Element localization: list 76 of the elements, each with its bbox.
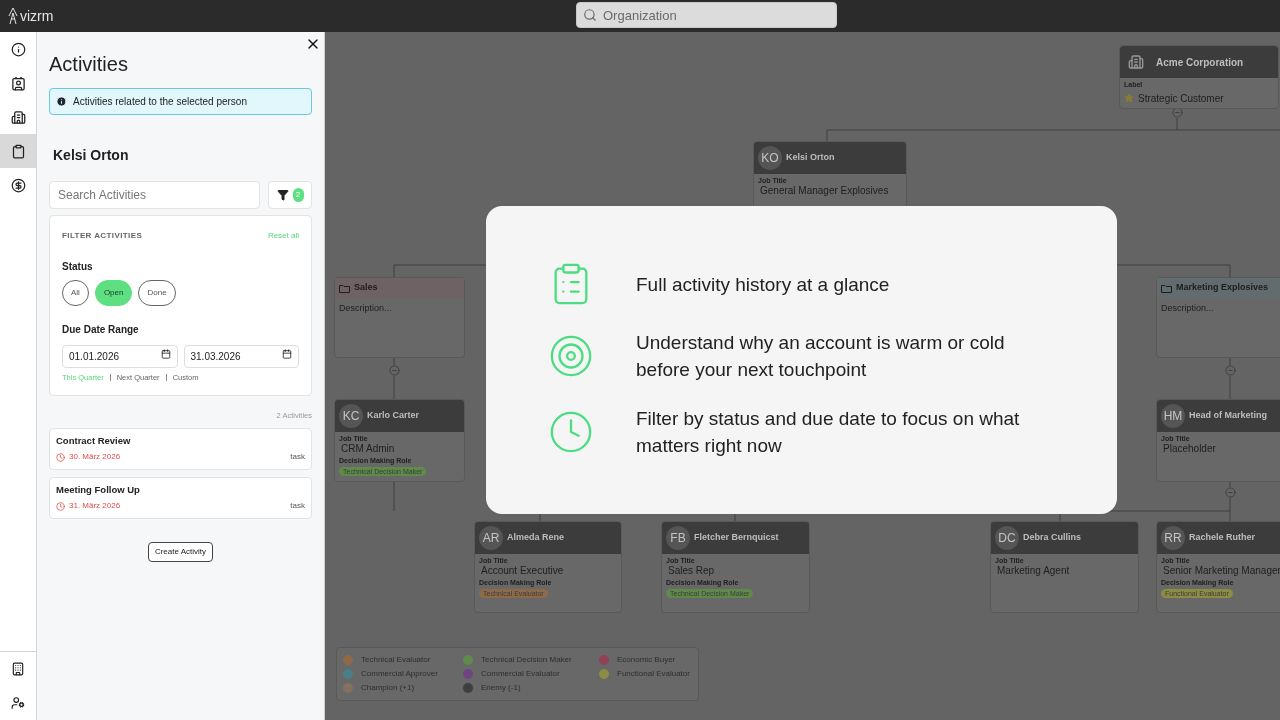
logo-icon bbox=[8, 7, 18, 25]
company-name: Acme Corporation bbox=[1156, 55, 1244, 70]
company-label: Strategic Customer bbox=[1138, 91, 1224, 106]
activity-type: task bbox=[290, 500, 305, 513]
status-chip[interactable]: All bbox=[62, 280, 89, 306]
job-title: Senior Marketing Manager bbox=[1162, 565, 1280, 576]
contact-card-icon bbox=[10, 75, 26, 91]
target-icon bbox=[548, 333, 594, 379]
create-activity-button[interactable]: Create Activity bbox=[147, 541, 214, 562]
count-badge: 2 bbox=[292, 188, 304, 202]
job-title: Account Executive bbox=[480, 565, 565, 576]
logo-text: vizrm bbox=[20, 6, 54, 26]
job-title: CRM Admin bbox=[340, 443, 396, 454]
dollar-coin-icon bbox=[10, 177, 26, 193]
activity-card[interactable]: Contract Review 30. März 2026 task bbox=[49, 427, 312, 470]
status-label: Status bbox=[62, 260, 94, 274]
info-text: Activities related to the selected person bbox=[73, 95, 247, 109]
person-name: Debra Cullins bbox=[1023, 531, 1081, 545]
due-date: 31. März 2026 bbox=[69, 500, 121, 513]
group-name: Marketing Explosives bbox=[1176, 281, 1269, 295]
person-name: Head of Marketing bbox=[1189, 409, 1267, 423]
person-name: Almeda Rene bbox=[507, 531, 565, 545]
clipboard-icon bbox=[10, 143, 26, 159]
activity-card[interactable]: Meeting Follow Up 31. März 2026 task bbox=[49, 476, 312, 519]
date-field[interactable]: 31.03.2026 bbox=[183, 345, 299, 368]
feature-text: Full activity history at a glance bbox=[636, 272, 890, 297]
clock-icon bbox=[56, 452, 65, 462]
date-field[interactable]: 01.01.2026 bbox=[62, 345, 178, 368]
filter-icon bbox=[276, 189, 289, 201]
clock-icon bbox=[56, 501, 65, 511]
info-icon bbox=[56, 96, 67, 107]
avatar: KC bbox=[339, 404, 363, 428]
building-icon bbox=[1128, 54, 1144, 70]
folder-icon bbox=[1161, 283, 1172, 293]
avatar: AR bbox=[479, 526, 503, 550]
building-icon bbox=[10, 109, 26, 125]
panel-title: Activities bbox=[49, 52, 129, 76]
calendar-icon bbox=[160, 349, 171, 359]
job-title: Sales Rep bbox=[667, 565, 716, 576]
job-title: Placeholder bbox=[1162, 443, 1217, 454]
avatar: DC bbox=[995, 526, 1019, 550]
filter-heading: FILTER ACTIVITIES bbox=[62, 230, 143, 242]
activity-title: Contract Review bbox=[56, 433, 132, 448]
feature-text: Understand why an account is warm or cold before your next touchpoint bbox=[636, 331, 1006, 382]
status-chip[interactable]: Open bbox=[94, 280, 133, 306]
due-date: 30. März 2026 bbox=[69, 451, 121, 464]
avatar: KO bbox=[758, 146, 782, 170]
user-settings-icon bbox=[11, 696, 25, 710]
activity-title: Meeting Follow Up bbox=[56, 482, 141, 497]
clock-icon bbox=[548, 409, 594, 455]
building-settings-icon bbox=[11, 662, 25, 676]
job-title: General Manager Explosives bbox=[759, 185, 890, 196]
activity-type: task bbox=[290, 451, 305, 464]
person-name: Kelsi Orton bbox=[786, 151, 835, 165]
calendar-icon bbox=[282, 349, 292, 359]
person-name: Fletcher Bernquicst bbox=[694, 531, 779, 545]
person-name: Rachele Ruther bbox=[1189, 531, 1256, 545]
search-icon bbox=[583, 8, 597, 22]
job-title: Marketing Agent bbox=[996, 565, 1071, 576]
group-description: Description... bbox=[1160, 302, 1215, 315]
feature-text: Filter by status and due date to focus on what matters right now bbox=[636, 407, 1021, 458]
star-icon bbox=[1124, 93, 1134, 103]
info-icon bbox=[10, 41, 26, 57]
person-name: Kelsi Orton bbox=[53, 146, 130, 165]
status-chip[interactable]: Done bbox=[138, 280, 176, 306]
person-name: Karlo Carter bbox=[367, 409, 420, 423]
date-range-label: Due Date Range bbox=[62, 323, 140, 337]
group-description: Description... bbox=[338, 302, 393, 315]
group-name: Sales bbox=[354, 281, 378, 295]
avatar: FB bbox=[666, 526, 690, 550]
avatar: RR bbox=[1161, 526, 1185, 550]
search-field[interactable]: Search Activities bbox=[49, 181, 260, 209]
rail-button[interactable] bbox=[0, 134, 36, 168]
search-field[interactable]: Organization bbox=[576, 2, 837, 28]
avatar: HM bbox=[1161, 404, 1185, 428]
folder-icon bbox=[339, 283, 350, 293]
